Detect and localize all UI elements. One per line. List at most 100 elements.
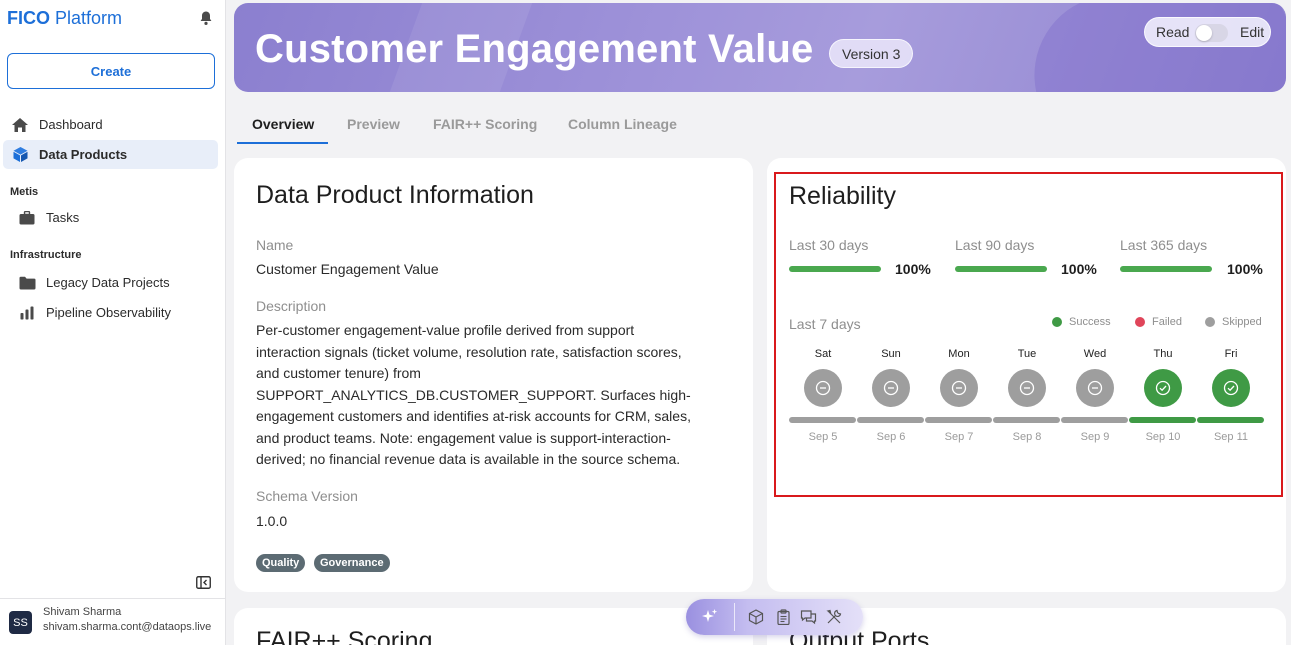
mode-edit-label: Edit: [1240, 24, 1265, 40]
read-edit-toggle[interactable]: Read Edit: [1144, 17, 1271, 47]
name-label: Name: [256, 237, 294, 253]
description-value: Per-customer engagement-value profile de…: [256, 320, 736, 471]
tab-overview[interactable]: Overview: [237, 108, 329, 144]
switch-knob: [1196, 25, 1212, 41]
clipboard-icon[interactable]: [774, 608, 792, 626]
tab-preview[interactable]: Preview: [347, 108, 400, 144]
user-profile[interactable]: SS Shivam Sharma shivam.sharma.cont@data…: [0, 598, 226, 645]
version-badge: Version 3: [829, 39, 914, 68]
period-bar-90: [955, 266, 1047, 272]
day-date: Sep 6: [876, 431, 906, 443]
user-email: shivam.sharma.cont@dataops.live: [43, 621, 212, 633]
day-column-wed[interactable]: Wed Sep 9: [1061, 348, 1129, 448]
day-name: Sat: [814, 348, 832, 360]
home-icon: [10, 116, 30, 134]
period-label-30: Last 30 days: [789, 237, 869, 253]
bar-chart-icon: [17, 304, 37, 322]
sidebar-item-label: Dashboard: [39, 117, 103, 132]
tag-quality[interactable]: Quality: [256, 554, 306, 572]
legend-dot: [1052, 317, 1062, 327]
legend-dot: [1205, 317, 1215, 327]
tag-governance[interactable]: Governance: [314, 554, 390, 572]
page-title: Customer Engagement Value: [255, 27, 814, 71]
name-value: Customer Engagement Value: [256, 261, 439, 277]
sidebar-item-label: Tasks: [46, 210, 80, 225]
legend-label: Success: [1069, 316, 1111, 328]
period-pct-90: 100%: [1061, 261, 1097, 277]
day-column-sun[interactable]: Sun Sep 6: [857, 348, 925, 448]
last-7-days-label: Last 7 days: [789, 316, 861, 332]
legend-success: Success: [1052, 316, 1111, 328]
mode-read-label: Read: [1156, 24, 1190, 40]
sidebar-item-label: Legacy Data Projects: [46, 275, 170, 290]
header-banner: Customer Engagement Value Version 3 Read…: [234, 3, 1286, 92]
day-column-thu[interactable]: Thu Sep 10: [1129, 348, 1197, 448]
day-date: Sep 5: [808, 431, 838, 443]
period-label-365: Last 365 days: [1120, 237, 1208, 253]
reliability-highlight-box: [774, 172, 1283, 497]
briefcase-icon: [17, 209, 37, 227]
create-button[interactable]: Create: [7, 53, 215, 89]
avatar: SS: [9, 611, 32, 634]
skipped-icon: [940, 369, 978, 407]
cube-outline-icon[interactable]: [747, 608, 765, 626]
tools-icon[interactable]: [825, 608, 843, 626]
day-status-bar: [789, 417, 856, 423]
description-line: and customer tenure) from: [256, 365, 421, 381]
cube-icon: [10, 146, 30, 164]
day-status-bar: [1197, 417, 1264, 423]
description-line: derived; no financial revenue data is av…: [256, 451, 681, 467]
section-label-infrastructure: Infrastructure: [10, 249, 82, 261]
period-label-90: Last 90 days: [955, 237, 1035, 253]
day-column-fri[interactable]: Fri Sep 11: [1197, 348, 1265, 448]
period-pct-365: 100%: [1227, 261, 1263, 277]
day-date: Sep 7: [944, 431, 974, 443]
sidebar-item-pipeline-observability[interactable]: Pipeline Observability: [3, 298, 218, 327]
sparkle-icon[interactable]: [701, 608, 719, 626]
mode-switch[interactable]: [1195, 24, 1228, 42]
success-check-icon: [1144, 369, 1182, 407]
description-line: Per-customer engagement-value profile de…: [256, 322, 635, 338]
skipped-icon: [804, 369, 842, 407]
sidebar-item-tasks[interactable]: Tasks: [3, 203, 218, 232]
day-column-tue[interactable]: Tue Sep 8: [993, 348, 1061, 448]
day-column-mon[interactable]: Mon Sep 7: [925, 348, 993, 448]
sidebar-item-label: Data Products: [39, 147, 128, 162]
success-check-icon: [1212, 369, 1250, 407]
skipped-icon: [1008, 369, 1046, 407]
day-status-bar: [993, 417, 1060, 423]
skipped-icon: [872, 369, 910, 407]
sidebar-item-dashboard[interactable]: Dashboard: [3, 110, 218, 139]
day-name: Wed: [1083, 348, 1107, 360]
sidebar: FICO Platform Create Dashboard Data Prod…: [0, 0, 226, 645]
collapse-sidebar-icon[interactable]: [196, 576, 211, 589]
sidebar-item-data-products[interactable]: Data Products: [3, 140, 218, 169]
chat-icon[interactable]: [799, 608, 817, 626]
info-card-title: Data Product Information: [256, 181, 534, 209]
day-name: Mon: [948, 348, 970, 360]
fair-scoring-title: FAIR++ Scoring: [256, 627, 433, 645]
schema-version-value: 1.0.0: [256, 513, 288, 529]
day-name: Fri: [1224, 348, 1238, 360]
day-status-bar: [857, 417, 924, 423]
floating-toolbar: [686, 599, 863, 635]
description-line: engagement customers and identifies at-r…: [256, 408, 691, 424]
section-label-metis: Metis: [10, 186, 39, 198]
sidebar-item-legacy-data-projects[interactable]: Legacy Data Projects: [3, 268, 218, 297]
tab-column-lineage[interactable]: Column Lineage: [568, 108, 677, 144]
description-line: interaction signals (ticket volume, reso…: [256, 343, 682, 360]
day-name: Sun: [881, 348, 901, 360]
period-pct-30: 100%: [895, 261, 931, 277]
schema-version-label: Schema Version: [256, 488, 358, 504]
day-column-sat[interactable]: Sat Sep 5: [789, 348, 857, 448]
day-date: Sep 8: [1012, 431, 1042, 443]
user-name: Shivam Sharma: [43, 606, 122, 618]
tab-fair-scoring[interactable]: FAIR++ Scoring: [433, 108, 537, 144]
description-label: Description: [256, 298, 327, 314]
day-date: Sep 9: [1080, 431, 1110, 443]
legend-failed: Failed: [1135, 316, 1182, 328]
legend-dot: [1135, 317, 1145, 327]
folder-icon: [17, 274, 37, 292]
bell-icon[interactable]: [198, 10, 214, 26]
brand-logo[interactable]: FICO Platform: [7, 8, 122, 29]
